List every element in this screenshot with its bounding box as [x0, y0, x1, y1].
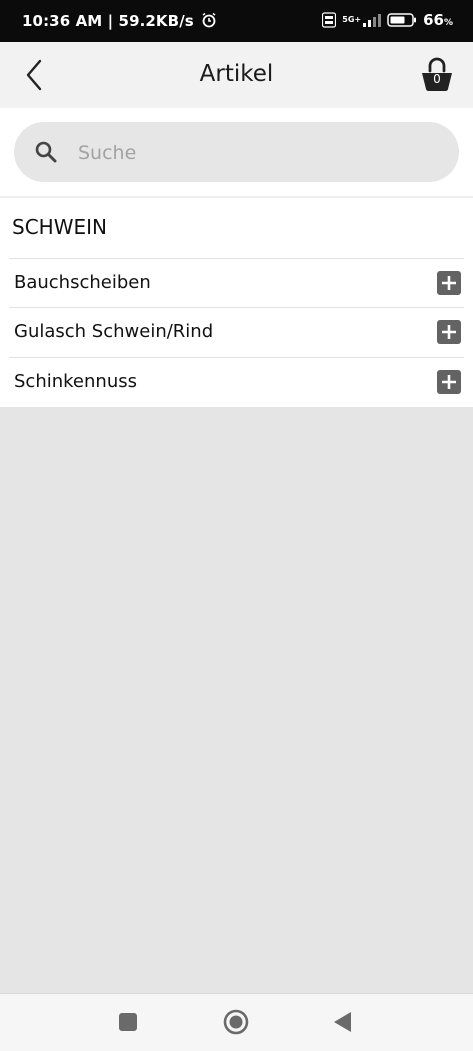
status-time-speed: 10:36 AM | 59.2KB/s	[22, 12, 217, 30]
search-input[interactable]	[76, 122, 440, 184]
home-button-icon[interactable]	[223, 1009, 249, 1035]
search-icon	[35, 141, 57, 163]
plus-icon[interactable]	[437, 271, 461, 295]
list-item[interactable]: Schinkennuss	[9, 357, 464, 406]
signal-icon	[363, 14, 382, 27]
recents-button-icon[interactable]	[118, 1012, 138, 1032]
item-label: Bauchscheiben	[14, 272, 151, 293]
search-bar[interactable]	[14, 122, 459, 184]
cart-count-badge: 0	[433, 72, 441, 86]
status-bar: 10:36 AM | 59.2KB/s 5G+ 66%	[0, 0, 473, 42]
app-header: Artikel 0	[0, 42, 473, 108]
battery-icon	[387, 13, 417, 27]
battery-percent: 66%	[423, 11, 453, 29]
category-title: SCHWEIN	[12, 215, 107, 239]
item-label: Gulasch Schwein/Rind	[14, 321, 214, 342]
page-title: Artikel	[199, 61, 274, 87]
status-indicators: 5G+ 66%	[322, 11, 453, 29]
plus-icon[interactable]	[437, 320, 461, 344]
item-label: Schinkennuss	[14, 371, 137, 392]
system-nav-bar	[0, 993, 473, 1051]
divider	[0, 196, 473, 198]
cart-button[interactable]: 0	[419, 56, 455, 94]
back-button-icon[interactable]	[333, 1011, 353, 1033]
list-item[interactable]: Gulasch Schwein/Rind	[9, 307, 464, 356]
list-item[interactable]: Bauchscheiben	[9, 258, 464, 307]
volte-icon	[322, 12, 337, 28]
alarm-icon	[202, 12, 216, 28]
network-type: 5G+	[342, 15, 362, 24]
plus-icon[interactable]	[437, 370, 461, 394]
